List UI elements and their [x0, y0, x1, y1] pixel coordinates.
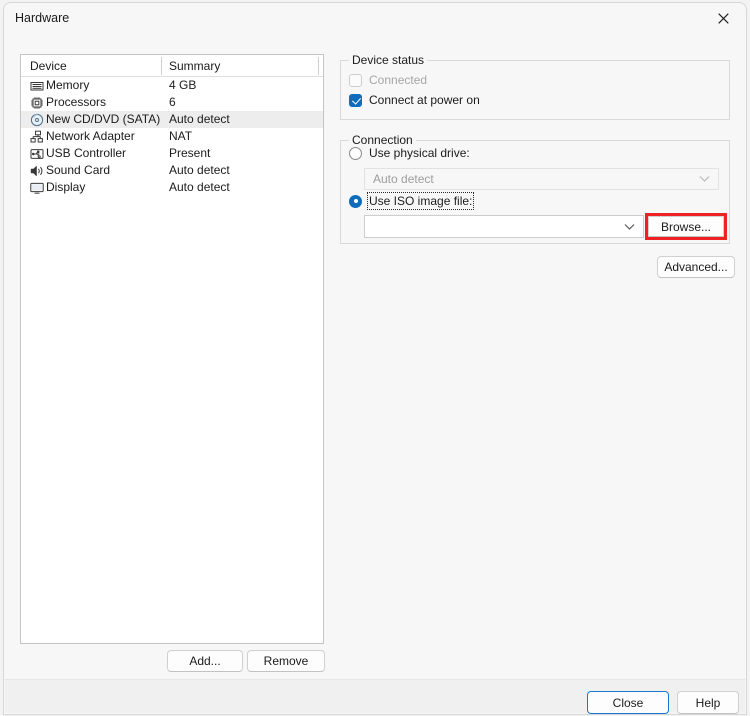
connect-at-power-on-checkbox[interactable] [349, 93, 362, 107]
sound-card-icon [29, 163, 44, 178]
use-iso-image-file-radio[interactable] [349, 194, 362, 208]
connected-checkbox[interactable] [349, 73, 362, 87]
column-header-summary[interactable]: Summary [169, 59, 220, 73]
connect-at-power-on-label: Connect at power on [369, 93, 480, 107]
connect-at-power-on-checkbox-row[interactable]: Connect at power on [349, 93, 480, 107]
device-summary: Auto detect [169, 180, 230, 194]
use-physical-drive-radio[interactable] [349, 146, 362, 160]
memory-icon [29, 78, 44, 93]
title-bar: Hardware [4, 3, 746, 35]
connected-checkbox-row[interactable]: Connected [349, 73, 427, 87]
device-row[interactable]: Processors 6 [21, 94, 323, 111]
device-summary: 6 [169, 95, 176, 109]
physical-drive-select[interactable]: Auto detect [364, 168, 719, 190]
browse-button-highlight: Browse... [645, 213, 727, 240]
device-row[interactable]: USB Controller Present [21, 145, 323, 162]
device-row[interactable]: Display Auto detect [21, 179, 323, 196]
device-summary: NAT [169, 129, 193, 143]
network-adapter-icon [29, 129, 44, 144]
usb-controller-icon [29, 146, 44, 161]
close-button[interactable]: Close [587, 691, 669, 714]
device-status-group: Device status [340, 53, 730, 120]
browse-button[interactable]: Browse... [648, 216, 724, 237]
connection-legend: Connection [349, 133, 416, 147]
add-button[interactable]: Add... [167, 650, 243, 672]
device-row[interactable]: Memory 4 GB [21, 77, 323, 94]
use-physical-drive-radio-row[interactable]: Use physical drive: [349, 146, 470, 160]
column-divider[interactable] [161, 57, 162, 75]
device-name: Processors [46, 95, 107, 109]
processor-icon [29, 95, 44, 110]
device-row[interactable]: Sound Card Auto detect [21, 162, 323, 179]
remove-button[interactable]: Remove [247, 650, 325, 672]
device-row[interactable]: New CD/DVD (SATA) Auto detect [21, 111, 323, 128]
window-title: Hardware [15, 11, 70, 25]
device-name: New CD/DVD (SATA) [46, 112, 161, 126]
advanced-button[interactable]: Advanced... [657, 256, 735, 278]
use-physical-drive-label: Use physical drive: [369, 146, 470, 160]
use-iso-image-file-label: Use ISO image file: [366, 192, 475, 210]
device-name: Network Adapter [46, 129, 135, 143]
cd-dvd-icon [29, 112, 44, 127]
device-status-legend: Device status [349, 53, 428, 67]
device-name: Display [46, 180, 86, 194]
device-name: Sound Card [46, 163, 111, 177]
close-glyph [718, 13, 729, 24]
device-name: USB Controller [46, 146, 127, 160]
device-row[interactable]: Network Adapter NAT [21, 128, 323, 145]
connected-label: Connected [369, 73, 428, 87]
physical-drive-value: Auto detect [373, 172, 434, 186]
device-list[interactable]: Device Summary Memory 4 GB Processors 6 New … [20, 54, 324, 644]
help-button[interactable]: Help [677, 691, 739, 714]
display-icon [29, 180, 44, 195]
hardware-dialog: Hardware Device Summary Memory 4 GB Proces… [3, 2, 747, 715]
device-summary: 4 GB [169, 78, 197, 92]
close-icon[interactable] [701, 3, 746, 34]
device-summary: Auto detect [169, 163, 230, 177]
device-name: Memory [46, 78, 90, 92]
chevron-down-icon [699, 176, 710, 183]
use-iso-image-file-radio-row[interactable]: Use ISO image file: [349, 192, 475, 210]
chevron-down-icon [624, 223, 635, 230]
column-divider-right[interactable] [318, 57, 319, 75]
iso-image-file-select[interactable] [364, 215, 644, 238]
device-summary: Present [169, 146, 211, 160]
column-header-device[interactable]: Device [30, 59, 67, 73]
device-summary: Auto detect [169, 112, 230, 126]
device-list-header: Device Summary [21, 55, 323, 77]
device-list-body: Memory 4 GB Processors 6 New CD/DVD (SATA) Au… [21, 77, 323, 196]
